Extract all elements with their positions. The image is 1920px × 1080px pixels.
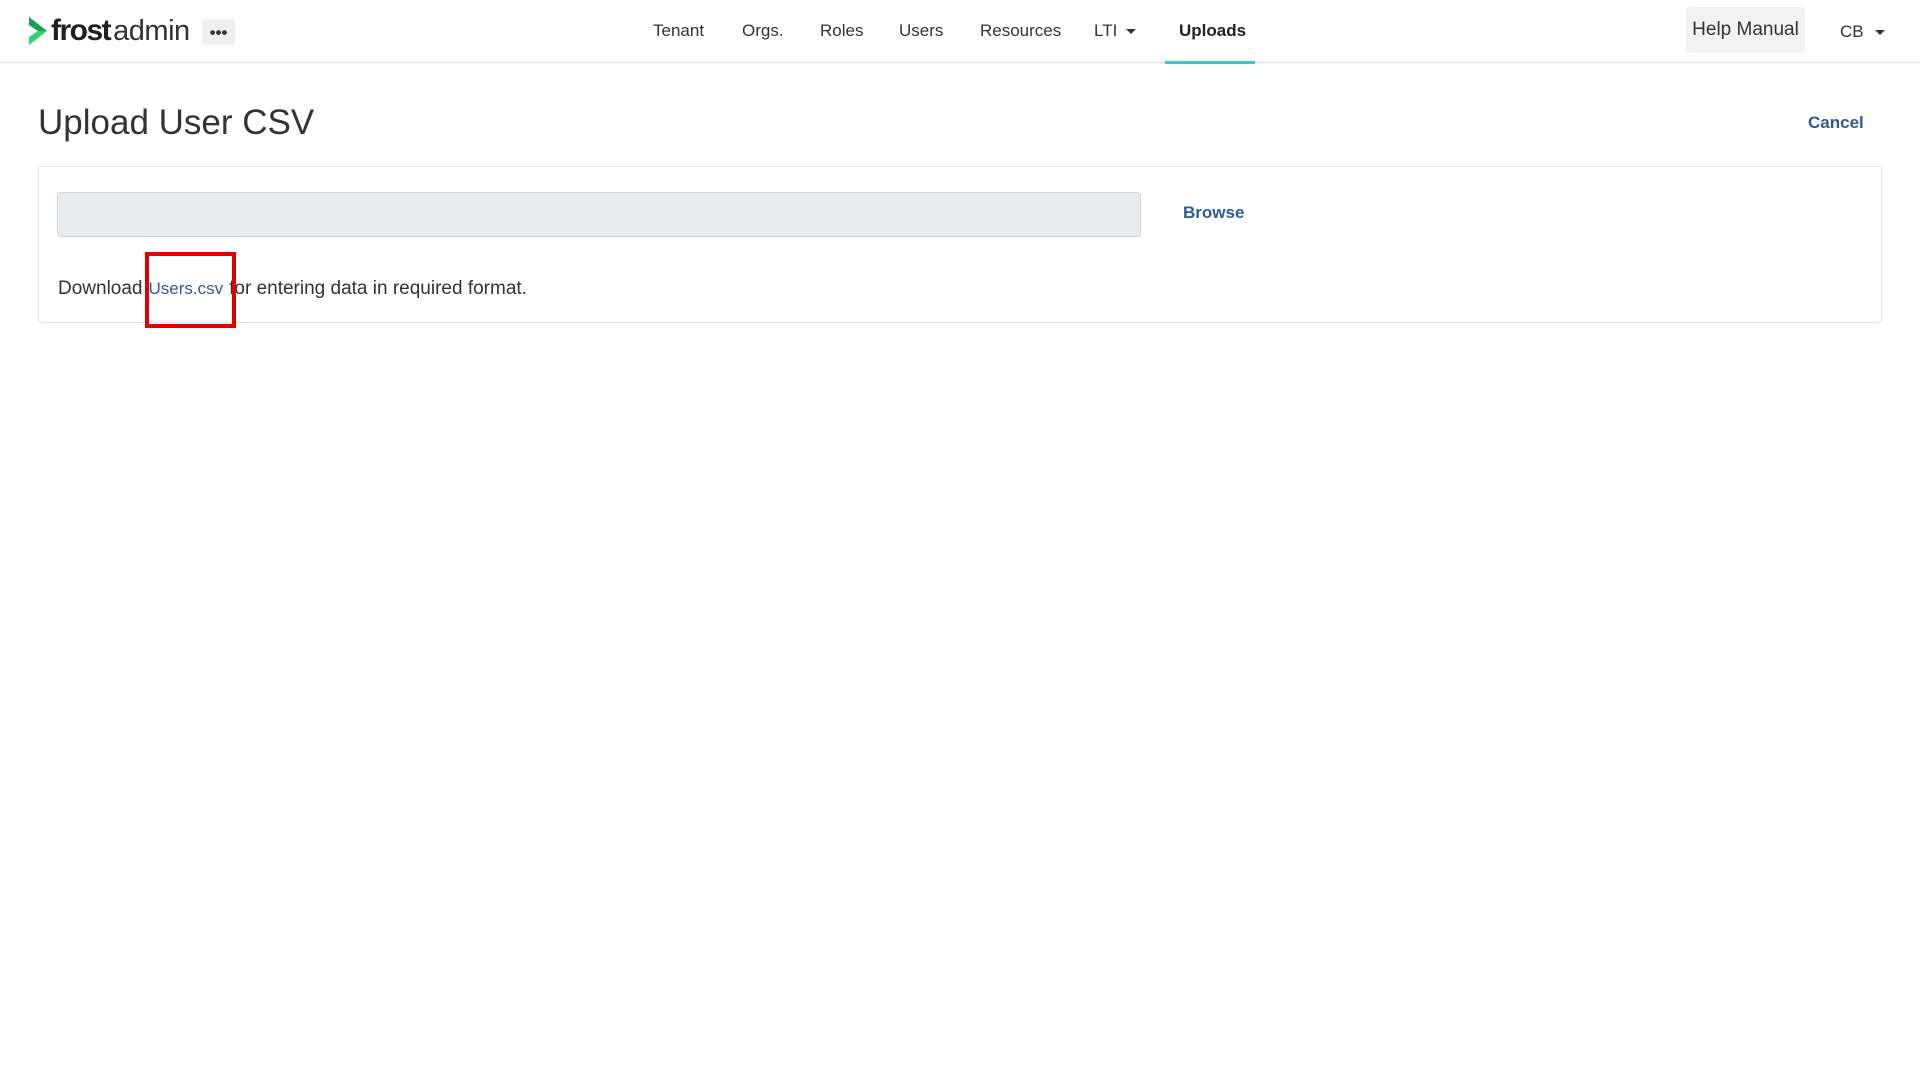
nav-item-label: Users — [899, 21, 944, 40]
active-tab-indicator — [1165, 61, 1255, 64]
help-manual-button[interactable]: Help Manual — [1686, 7, 1805, 53]
nav-item-label: Resources — [980, 21, 1062, 40]
users-csv-download-link[interactable]: Users.csv — [149, 279, 224, 298]
more-options-button[interactable]: ••• — [202, 19, 235, 45]
nav-item-users[interactable]: Users — [899, 0, 943, 62]
nav-item-label: LTI — [1094, 21, 1118, 40]
nav-item-uploads[interactable]: Uploads — [1179, 0, 1246, 62]
nav-item-orgs[interactable]: Orgs. — [742, 0, 784, 62]
brand-arrow-icon — [29, 17, 47, 45]
nav-item-label: Orgs. — [742, 21, 784, 40]
chevron-down-icon — [1874, 30, 1885, 36]
nav-item-roles[interactable]: Roles — [820, 0, 863, 62]
browse-button[interactable]: Browse — [1183, 202, 1244, 224]
nav-item-tenant[interactable]: Tenant — [653, 0, 704, 62]
file-path-input[interactable] — [57, 192, 1141, 237]
nav-item-resources[interactable]: Resources — [980, 0, 1061, 62]
nav-item-label: Roles — [820, 21, 864, 40]
ellipsis-icon: ••• — [209, 22, 228, 42]
brand-logo[interactable]: frost admin — [27, 14, 190, 48]
download-prefix: Download — [58, 278, 143, 299]
brand-name-light: admin — [113, 15, 190, 47]
brand-name-bold: frost — [51, 14, 112, 47]
download-template-text: Download Users.csv for entering data in re… — [58, 277, 527, 301]
nav-item-label: Uploads — [1179, 21, 1247, 40]
chevron-down-icon — [1126, 29, 1137, 35]
nav-item-label: Tenant — [653, 21, 705, 40]
upload-card: Browse Download Users.csv for entering dat… — [38, 166, 1882, 323]
nav-item-lti[interactable]: LTI — [1094, 0, 1137, 62]
page-title: Upload User CSV — [38, 103, 315, 142]
top-navbar: frost admin ••• Tenant Orgs. Roles Users… — [0, 0, 1920, 64]
cancel-link[interactable]: Cancel — [1808, 112, 1864, 134]
user-menu[interactable]: CB — [1840, 0, 1885, 62]
download-suffix: for entering data in required format. — [229, 278, 527, 299]
user-initials: CB — [1840, 22, 1864, 41]
